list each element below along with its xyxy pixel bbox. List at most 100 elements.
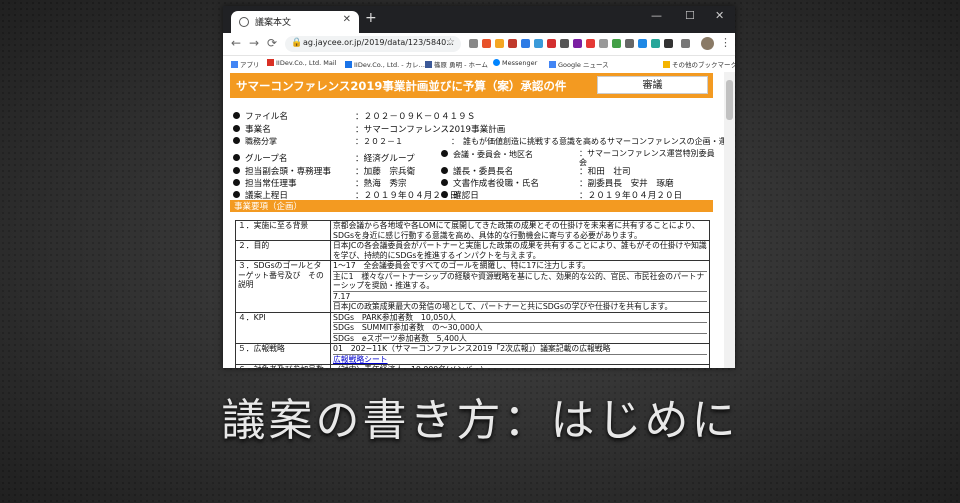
- field-file-name: ファイル名 ：２０２－０９Ｋ－０４１９Ｓ: [233, 110, 475, 122]
- gmail-icon: [267, 59, 274, 66]
- extension-icon[interactable]: [573, 39, 582, 48]
- table-value-line[interactable]: 広報戦略シート: [333, 353, 707, 365]
- field-chair: 議長・委員長名 ：和田 壮司: [441, 165, 631, 177]
- bookmarks-bar: アプリ IIDev.Co., Ltd. Mail IIDev.Co., Ltd.…: [223, 56, 735, 73]
- extension-icon[interactable]: [560, 39, 569, 48]
- table-row: ６．対象者及び参加員数（対内）青年経済人 10,000名(メンバー)（対外）一般…: [235, 364, 710, 368]
- extension-icon[interactable]: [495, 39, 504, 48]
- maximize-button[interactable]: ☐: [685, 9, 695, 22]
- bullet-icon: [441, 150, 448, 157]
- extension-icon[interactable]: [521, 39, 530, 48]
- table-row: １．実施に至る背景 京都会議から各地域や各LOMにて展開してきた政策の成果とその仕…: [235, 220, 710, 241]
- extension-icon[interactable]: [651, 39, 660, 48]
- google-news-icon: [549, 61, 556, 68]
- bookmark-star-icon[interactable]: ☆: [446, 37, 455, 48]
- reload-icon[interactable]: ⟳: [267, 36, 277, 50]
- bookmark-apps[interactable]: アプリ: [231, 59, 260, 69]
- menu-dots-icon[interactable]: ⋮: [720, 36, 731, 49]
- table-value-line: 日本JCの政策成果最大の発信の場として、パートナーと共にSDGsの学びや仕掛けを…: [333, 301, 707, 312]
- table-row: ４．KPI SDGs PARK参加者数 10,050人 SDGs SUMMIT参加者…: [235, 311, 710, 344]
- bookmark-mail[interactable]: IIDev.Co., Ltd. Mail: [267, 59, 336, 67]
- field-duty: 職務分掌 ：２０２－１ ： 誰もが価値創造に挑戦する意識を高めるサマーコンファレン…: [233, 136, 724, 147]
- table-value-line: 1〜17 全会議委員会ですべてのゴールを網羅し、特に17に注力します。: [333, 261, 591, 270]
- avatar[interactable]: [701, 37, 714, 50]
- table-value-line: 01 202−11K（サマーコンファレンス2019「2次広報」）議案記載の広報戦…: [333, 344, 611, 353]
- field-group: グループ名 ：経済グループ: [233, 152, 415, 164]
- field-author: 文書作成者役職・氏名 ：副委員長 安井 琢磨: [441, 177, 674, 189]
- field-director: 担当常任理事 ：熱海 秀宗: [233, 177, 407, 189]
- bullet-icon: [233, 137, 240, 144]
- table-value-line: 京都会議から各地域や各LOMにて展開してきた政策の成果とその仕掛けを未来者に共有…: [333, 221, 700, 240]
- table-value-line: （対内）青年経済人 10,000名(メンバー): [333, 365, 483, 368]
- minimize-button[interactable]: —: [651, 9, 662, 22]
- scrollbar[interactable]: [724, 72, 735, 368]
- extensions-puzzle-icon[interactable]: [681, 39, 690, 48]
- document-title: サマーコンファレンス2019事業計画並びに予算（案）承認の件: [236, 79, 567, 93]
- table-value-line: 7.17: [333, 290, 707, 302]
- forward-arrow-icon[interactable]: →: [249, 36, 259, 50]
- bullet-icon: [233, 112, 240, 119]
- extension-icon[interactable]: [625, 39, 634, 48]
- table-value: 1〜17 全会議委員会ですべてのゴールを網羅し、特に17に注力します。 主に1 様…: [330, 260, 710, 313]
- bullet-icon: [441, 167, 448, 174]
- calendar-icon: [345, 61, 352, 68]
- tab-title: 議案本文: [255, 18, 292, 28]
- bullet-icon: [233, 191, 240, 198]
- bullet-icon: [441, 179, 448, 186]
- table-key: ２．目的: [235, 240, 331, 261]
- bookmark-other[interactable]: その他のブックマーク: [663, 59, 735, 69]
- page-content: サマーコンファレンス2019事業計画並びに予算（案）承認の件 審議 ファイル名：…: [223, 72, 724, 368]
- bullet-icon: [233, 167, 240, 174]
- messenger-icon: [493, 59, 500, 66]
- browser-window: 議案本文 ✕ + — ☐ ✕ ← → ⟳ 🔒 ag.jaycee.or.jp/2…: [223, 6, 735, 368]
- bullet-icon: [233, 154, 240, 161]
- extension-icon[interactable]: [586, 39, 595, 48]
- extension-icon[interactable]: [547, 39, 556, 48]
- extension-icon[interactable]: [469, 39, 478, 48]
- folder-icon: [663, 61, 670, 68]
- scrollbar-thumb[interactable]: [726, 80, 733, 120]
- field-vice-president: 担当副会頭・専務理事 ：加藤 宗兵衛: [233, 165, 415, 177]
- extension-icon[interactable]: [638, 39, 647, 48]
- bookmark-google-news[interactable]: Google ニュース: [549, 59, 609, 69]
- bookmark-messenger[interactable]: Messenger: [493, 59, 537, 67]
- table-key: １．実施に至る背景: [235, 220, 331, 241]
- bullet-icon: [233, 125, 240, 132]
- tab-active[interactable]: 議案本文 ✕: [231, 11, 359, 33]
- extension-icon[interactable]: [508, 39, 517, 48]
- table-value-line: SDGs PARK参加者数 10,050人: [333, 312, 456, 322]
- table-value-line: 主に1 様々なパートナーシップの経験や資源戦略を基にした、効果的な公的、官民、市…: [333, 270, 707, 291]
- new-tab-button[interactable]: +: [365, 10, 377, 26]
- table-key: ５．広報戦略: [235, 343, 331, 365]
- table-value-line: 日本JCの各会議委員会がパートナーと実施した政策の成果を共有することにより、誰も…: [333, 241, 707, 260]
- table-value: SDGs PARK参加者数 10,050人 SDGs SUMMIT参加者数 の〜3…: [330, 311, 710, 344]
- table-key: ６．対象者及び参加員数: [235, 364, 331, 368]
- extension-icon[interactable]: [599, 39, 608, 48]
- globe-icon: [239, 17, 249, 27]
- apps-grid-icon: [231, 61, 238, 68]
- table-value: 京都会議から各地域や各LOMにて展開してきた政策の成果とその仕掛けを未来者に共有…: [330, 220, 710, 241]
- close-window-button[interactable]: ✕: [715, 9, 724, 22]
- table-key: ３．SDGsのゴールとターゲット番号及び その説明: [235, 260, 331, 313]
- table-key: ４．KPI: [235, 311, 331, 344]
- table-row: ２．目的 日本JCの各会議委員会がパートナーと実施した政策の成果を共有することによ…: [235, 240, 710, 261]
- project-table: １．実施に至る背景 京都会議から各地域や各LOMにて展開してきた政策の成果とその仕…: [235, 220, 710, 368]
- table-row: ５．広報戦略 01 202−11K（サマーコンファレンス2019「2次広報」）議案…: [235, 343, 710, 365]
- extension-icon[interactable]: [612, 39, 621, 48]
- table-row: ３．SDGsのゴールとターゲット番号及び その説明 1〜17 全会議委員会ですべて…: [235, 260, 710, 313]
- field-project-name: 事業名 ：サマーコンファレンス2019事業計画: [233, 123, 505, 135]
- title-bar: 議案本文 ✕ + — ☐ ✕: [223, 6, 735, 33]
- bookmark-calendar[interactable]: IIDev.Co., Ltd. - カレ...: [345, 59, 425, 69]
- bullet-icon: [233, 179, 240, 186]
- tab-close-icon[interactable]: ✕: [343, 14, 351, 25]
- document-header: サマーコンファレンス2019事業計画並びに予算（案）承認の件 審議: [230, 73, 713, 98]
- address-bar[interactable]: 🔒 ag.jaycee.or.jp/2019/data/123/5840... …: [285, 36, 461, 52]
- url-text: ag.jaycee.or.jp/2019/data/123/5840...: [303, 38, 454, 47]
- lock-icon: 🔒: [291, 38, 303, 48]
- bookmark-facebook[interactable]: 篠原 勇明 - ホーム: [425, 59, 488, 69]
- slide-caption: 議案の書き方：はじめに: [221, 395, 739, 446]
- back-arrow-icon[interactable]: ←: [231, 36, 241, 50]
- extension-icon[interactable]: [664, 39, 673, 48]
- extension-icon[interactable]: [482, 39, 491, 48]
- extension-icon[interactable]: [534, 39, 543, 48]
